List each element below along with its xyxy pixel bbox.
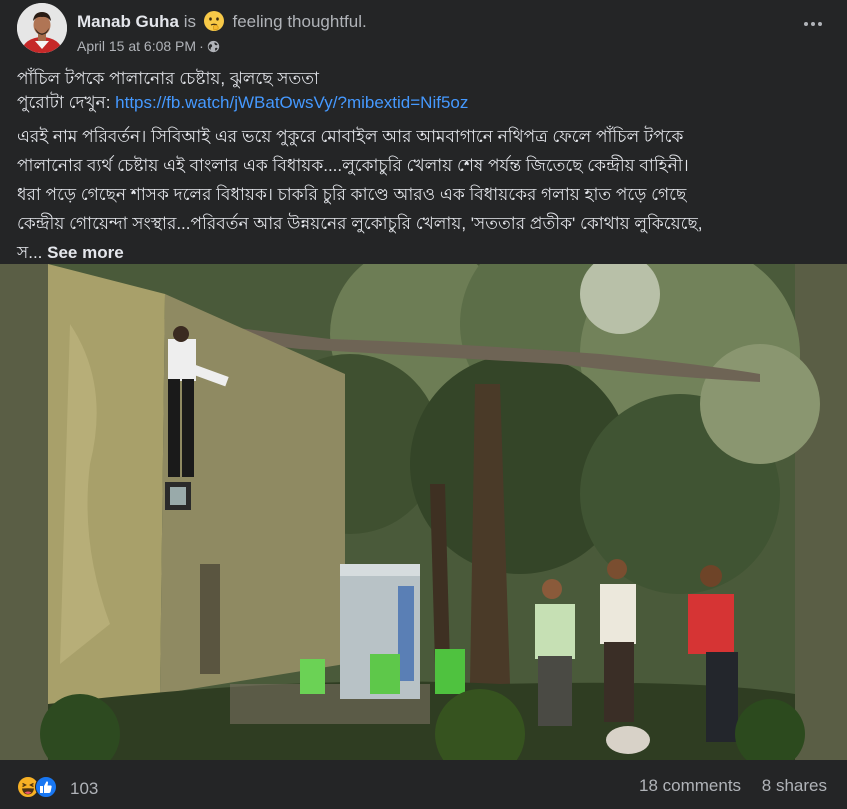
more-options-button[interactable] (801, 12, 825, 36)
globe-icon[interactable] (207, 40, 220, 53)
engagement-summary: 18 comments 8 shares (639, 776, 827, 796)
comments-count[interactable]: 18 comments (639, 776, 741, 795)
caption-headline: পাঁচিল টপকে পালানোর চেষ্টায়, ঝুলছে সততা (17, 69, 319, 88)
post-body: এরই নাম পরিবর্তন। সিবিআই এর ভয়ে পুকুরে … (17, 122, 832, 267)
feeling-prefix: is (183, 12, 197, 31)
post-meta: April 15 at 6:08 PM · (77, 38, 220, 54)
body-line: কেন্দ্রীয় গোয়েন্দা সংস্থার...পরিবর্তন … (17, 214, 703, 233)
post-caption: পাঁচিল টপকে পালানোর চেষ্টায়, ঝুলছে সততা… (17, 67, 832, 115)
like-icon (35, 776, 57, 798)
post-footer: 103 18 comments 8 shares (0, 764, 847, 809)
post-header: Manab Guha is feeling thoughtful. April … (0, 0, 847, 62)
body-tail: স... (17, 243, 43, 262)
thoughtful-face-icon (203, 11, 224, 31)
post-photo[interactable] (0, 264, 847, 760)
feeling-text: feeling thoughtful. (232, 12, 367, 31)
video-link[interactable]: https://fb.watch/jWBatOwsVy/?mibextid=Ni… (115, 93, 468, 112)
caption-link-line: পুরোটা দেখুন: https://fb.watch/jWBatOwsV… (17, 91, 832, 115)
meta-separator: · (199, 38, 204, 54)
reaction-count: 103 (70, 779, 99, 798)
body-line: ধরা পড়ে গেছেন শাসক দলের বিধায়ক। চাকরি … (17, 185, 687, 204)
body-line: পালানোর ব্যর্থ চেষ্টায় এই বাংলার এক বিধ… (17, 156, 689, 175)
see-more-link[interactable]: See more (47, 243, 124, 262)
author-avatar[interactable] (17, 3, 67, 53)
post-timestamp[interactable]: April 15 at 6:08 PM (77, 38, 196, 54)
author-line: Manab Guha is feeling thoughtful. (77, 10, 367, 32)
body-line: এরই নাম পরিবর্তন। সিবিআই এর ভয়ে পুকুরে … (17, 127, 684, 146)
caption-link-prefix: পুরোটা দেখুন: (17, 93, 116, 112)
facebook-post: Manab Guha is feeling thoughtful. April … (0, 0, 847, 809)
body-last-line: স... See more (17, 238, 832, 267)
author-name[interactable]: Manab Guha (77, 12, 179, 31)
photo-scene (0, 264, 847, 760)
more-dots-icon (804, 22, 822, 26)
shares-count[interactable]: 8 shares (762, 776, 827, 795)
